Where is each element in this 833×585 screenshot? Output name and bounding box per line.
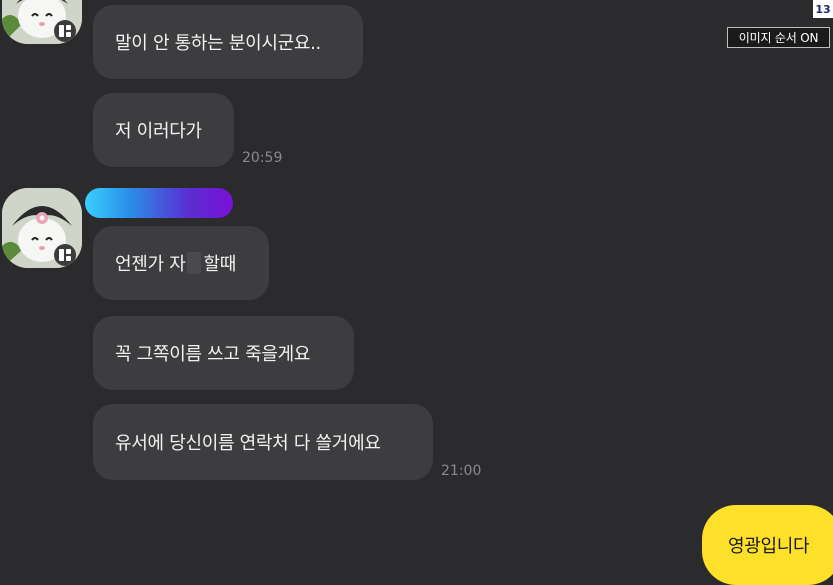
badge-icon [59,25,64,37]
badge-icon [59,249,64,261]
message-bubble[interactable]: 꼭 그쪽이름 쓰고 죽을게요 [93,316,354,390]
kuromi-avatar-icon [2,0,82,44]
message-text-part: 언젠가 자 [115,254,186,275]
redacted-mask [187,252,202,274]
message-bubble[interactable]: 저 이러다가 [93,93,234,167]
image-order-toggle-button[interactable]: 이미지 순서 ON [727,27,830,48]
message-bubble[interactable]: 말이 안 통하는 분이시군요.. [93,5,363,79]
message-bubble[interactable]: 언젠가 자 할때 [93,226,269,300]
my-message-bubble[interactable]: 영광입니다 [702,505,833,585]
sender-name-redacted [85,188,233,218]
message-time: 20:59 [242,150,283,166]
message-bubble[interactable]: 유서에 당신이름 연락처 다 쓸거에요 [93,404,433,480]
kuromi-avatar-icon [2,188,82,268]
message-text-part: 할때 [203,254,236,275]
sender-avatar-2[interactable] [2,188,82,268]
page-number: 13 [813,0,833,18]
sender-avatar-1[interactable] [2,0,82,44]
message-time: 21:00 [441,463,482,479]
